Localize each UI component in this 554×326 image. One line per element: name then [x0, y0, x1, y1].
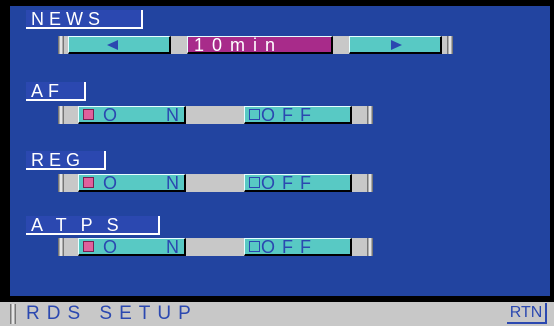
- unselected-indicator-icon: [249, 241, 260, 252]
- reg-off-button[interactable]: OFF: [244, 174, 352, 192]
- unselected-indicator-icon: [249, 177, 260, 188]
- arrow-right-icon: [391, 40, 402, 50]
- atps-track-left-cap: [58, 238, 64, 256]
- af-off-button[interactable]: OFF: [244, 106, 352, 124]
- news-slider-track: 10min: [58, 36, 453, 54]
- atps-off-button[interactable]: OFF: [244, 238, 352, 256]
- news-increase-button[interactable]: [349, 36, 442, 54]
- news-track-left-cap: [58, 36, 64, 54]
- af-option-track: O N OFF: [58, 106, 373, 124]
- atps-off-label: OFF: [261, 237, 318, 257]
- status-bar-cap: [10, 304, 16, 324]
- arrow-left-icon: [107, 40, 118, 50]
- atps-on-button[interactable]: O N: [78, 238, 186, 256]
- status-bar: RDS SETUP: [0, 302, 554, 326]
- atps-track-right-cap: [367, 238, 373, 256]
- af-on-button[interactable]: O N: [78, 106, 186, 124]
- news-decrease-button[interactable]: [68, 36, 171, 54]
- atps-label: ATPS: [26, 216, 160, 235]
- atps-on-label: O N: [103, 237, 202, 257]
- af-track-right-cap: [367, 106, 373, 124]
- af-track-left-cap: [58, 106, 64, 124]
- af-label: AF: [26, 82, 86, 101]
- selected-indicator-icon: [83, 109, 94, 120]
- reg-label: REG: [26, 151, 106, 170]
- atps-option-track: O N OFF: [58, 238, 373, 256]
- rds-setup-panel: NEWS 10min AF O N OFF REG O N OFF ATPS O…: [10, 6, 550, 296]
- return-button[interactable]: RTN: [507, 303, 547, 324]
- reg-track-left-cap: [58, 174, 64, 192]
- page-title: RDS SETUP: [26, 303, 198, 324]
- reg-on-label: O N: [103, 173, 202, 193]
- selected-indicator-icon: [83, 177, 94, 188]
- reg-off-label: OFF: [261, 173, 318, 193]
- news-label: NEWS: [26, 10, 143, 29]
- reg-track-right-cap: [367, 174, 373, 192]
- reg-option-track: O N OFF: [58, 174, 373, 192]
- news-value-display: 10min: [187, 36, 333, 54]
- selected-indicator-icon: [83, 241, 94, 252]
- reg-on-button[interactable]: O N: [78, 174, 186, 192]
- af-on-label: O N: [103, 105, 202, 125]
- screen: NEWS 10min AF O N OFF REG O N OFF ATPS O…: [0, 0, 554, 326]
- af-off-label: OFF: [261, 105, 318, 125]
- news-track-right-cap: [447, 36, 453, 54]
- unselected-indicator-icon: [249, 109, 260, 120]
